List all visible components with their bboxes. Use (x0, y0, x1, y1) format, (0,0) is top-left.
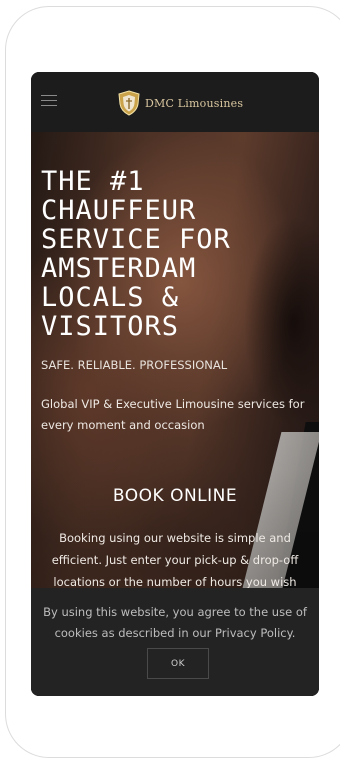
hero-tagline: SAFE. RELIABLE. PROFESSIONAL (41, 358, 228, 372)
top-navbar: DMC Limousines (31, 72, 319, 132)
hero-subtitle: Global VIP & Executive Limousine service… (41, 397, 305, 432)
mobile-screen: DMC Limousines THE #1 CHAUFFEUR SERVICE … (31, 72, 319, 696)
cookie-ok-button[interactable]: OK (147, 648, 209, 679)
cookie-consent-banner: By using this website, you agree to the … (31, 588, 319, 696)
hamburger-menu-icon[interactable] (41, 95, 57, 107)
cookie-consent-text: By using this website, you agree to the … (43, 605, 307, 640)
brand-name: DMC Limousines (145, 96, 244, 110)
hero-headline: THE #1 CHAUFFEUR SERVICE FOR AMSTERDAM L… (41, 166, 231, 342)
shield-crest-logo-icon (118, 90, 140, 116)
book-online-description: Booking using our website is simple and … (51, 531, 299, 589)
brand-logo-link[interactable]: DMC Limousines (118, 90, 243, 116)
book-online-heading: BOOK ONLINE (112, 486, 238, 506)
